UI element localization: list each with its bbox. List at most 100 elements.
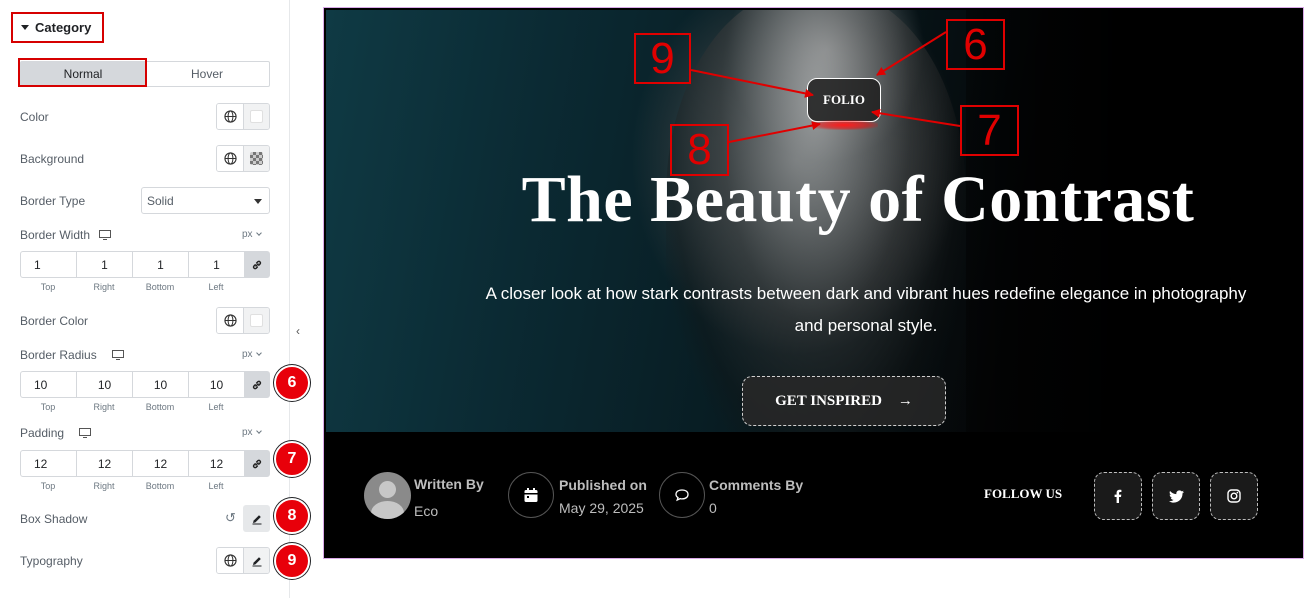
- border-radius-left-input[interactable]: 10: [189, 372, 245, 397]
- border-radius-side-labels: Top Right Bottom Left: [20, 402, 244, 412]
- padding-label: Padding: [20, 426, 92, 440]
- border-radius-label: Border Radius: [20, 348, 125, 362]
- color-label: Color: [20, 110, 49, 124]
- border-radius-label-text: Border Radius: [20, 348, 97, 362]
- global-colors-button[interactable]: [217, 308, 243, 333]
- side-label-bottom: Bottom: [145, 481, 175, 491]
- color-picker-button[interactable]: [243, 104, 269, 129]
- side-label-bottom: Bottom: [145, 282, 175, 292]
- hero-section: FOLIO The Beauty of Contrast A closer lo…: [326, 10, 1303, 432]
- typography-control: [216, 547, 270, 574]
- border-radius-unit-select[interactable]: px: [242, 349, 262, 360]
- author-name[interactable]: Eco: [414, 503, 438, 519]
- comments-label: Comments By: [709, 477, 804, 493]
- post-title: The Beauty of Contrast: [521, 163, 1195, 236]
- desktop-icon[interactable]: [112, 350, 125, 360]
- link-values-button[interactable]: [245, 451, 269, 476]
- caret-down-icon: [21, 25, 29, 30]
- border-width-unit-select[interactable]: px: [242, 229, 262, 240]
- link-icon: [252, 380, 262, 389]
- chevron-down-icon: [255, 428, 262, 434]
- reset-icon[interactable]: ↺: [225, 510, 236, 526]
- section-toggle-category[interactable]: Category: [11, 12, 104, 43]
- panel-collapse-button[interactable]: ‹: [290, 308, 306, 354]
- border-width-top-input[interactable]: 1: [21, 252, 77, 277]
- unit-label: px: [242, 427, 253, 438]
- desktop-icon[interactable]: [99, 230, 112, 240]
- comment-icon-circle: [659, 472, 705, 518]
- global-colors-button[interactable]: [217, 146, 243, 171]
- annotation-label-7: 7: [960, 105, 1019, 156]
- padding-side-labels: Top Right Bottom Left: [20, 481, 244, 491]
- step-badge-8: 8: [274, 498, 310, 534]
- style-panel: Category Normal Hover Color Background B…: [0, 0, 310, 598]
- side-label-left: Left: [208, 402, 224, 412]
- box-shadow-label: Box Shadow: [20, 512, 88, 526]
- section-title: Category: [35, 20, 92, 35]
- avatar-head: [379, 481, 396, 498]
- globe-icon: [223, 152, 237, 165]
- side-label-top: Top: [40, 402, 56, 412]
- border-type-select[interactable]: Solid: [141, 187, 270, 214]
- padding-left-input[interactable]: 12: [189, 451, 245, 476]
- facebook-button[interactable]: [1094, 472, 1142, 520]
- side-label-left: Left: [208, 481, 224, 491]
- chevron-left-icon: ‹: [296, 324, 300, 338]
- avatar-body: [371, 501, 404, 519]
- globe-icon: [223, 110, 237, 123]
- global-fonts-button[interactable]: [217, 548, 243, 573]
- border-radius-right-input[interactable]: 10: [77, 372, 133, 397]
- step-badge-9: 9: [274, 543, 310, 579]
- arrow-right-icon: →: [897, 392, 913, 409]
- color-swatch: [250, 110, 263, 123]
- background-picker-button[interactable]: [243, 146, 269, 171]
- author-avatar: [364, 472, 411, 519]
- chevron-down-icon: [255, 350, 262, 356]
- padding-inputs: 12 12 12 12: [20, 450, 270, 477]
- side-label-right: Right: [93, 402, 115, 412]
- box-shadow-edit-button[interactable]: [243, 505, 270, 532]
- pencil-icon: [252, 514, 261, 524]
- border-width-left-input[interactable]: 1: [189, 252, 245, 277]
- written-by-label: Written By: [414, 476, 484, 492]
- get-inspired-button[interactable]: GET INSPIRED →: [742, 376, 946, 426]
- typography-edit-button[interactable]: [243, 548, 269, 573]
- border-color-picker-button[interactable]: [243, 308, 269, 333]
- globe-icon: [223, 314, 237, 327]
- annotation-label-6: 6: [946, 19, 1005, 70]
- padding-top-input[interactable]: 12: [21, 451, 77, 476]
- chevron-down-icon: [254, 199, 262, 204]
- pencil-icon: [252, 556, 261, 566]
- global-colors-button[interactable]: [217, 104, 243, 129]
- link-values-button[interactable]: [245, 252, 269, 277]
- cta-label: GET INSPIRED: [775, 392, 882, 409]
- border-radius-bottom-input[interactable]: 10: [133, 372, 189, 397]
- padding-unit-select[interactable]: px: [242, 427, 262, 438]
- border-radius-top-input[interactable]: 10: [21, 372, 77, 397]
- side-label-top: Top: [40, 481, 56, 491]
- preview-canvas: FOLIO The Beauty of Contrast A closer lo…: [323, 7, 1304, 559]
- padding-bottom-input[interactable]: 12: [133, 451, 189, 476]
- transparent-swatch: [250, 152, 263, 165]
- link-values-button[interactable]: [245, 372, 269, 397]
- category-shadow: [810, 120, 878, 130]
- post-excerpt: A closer look at how stark contrasts bet…: [485, 284, 1247, 335]
- border-color-label: Border Color: [20, 314, 89, 328]
- twitter-button[interactable]: [1152, 472, 1200, 520]
- border-radius-inputs: 10 10 10 10: [20, 371, 270, 398]
- border-width-right-input[interactable]: 1: [77, 252, 133, 277]
- padding-right-input[interactable]: 12: [77, 451, 133, 476]
- twitter-icon: [1168, 489, 1184, 503]
- link-icon: [252, 260, 262, 269]
- side-label-right: Right: [93, 481, 115, 491]
- side-label-top: Top: [40, 282, 56, 292]
- desktop-icon[interactable]: [79, 428, 92, 438]
- border-width-bottom-input[interactable]: 1: [133, 252, 189, 277]
- instagram-button[interactable]: [1210, 472, 1258, 520]
- typography-label: Typography: [20, 554, 83, 568]
- chevron-down-icon: [255, 230, 262, 236]
- globe-icon: [223, 554, 237, 567]
- category-badge[interactable]: FOLIO: [807, 78, 881, 130]
- padding-label-text: Padding: [20, 426, 65, 440]
- tab-hover[interactable]: Hover: [145, 62, 269, 86]
